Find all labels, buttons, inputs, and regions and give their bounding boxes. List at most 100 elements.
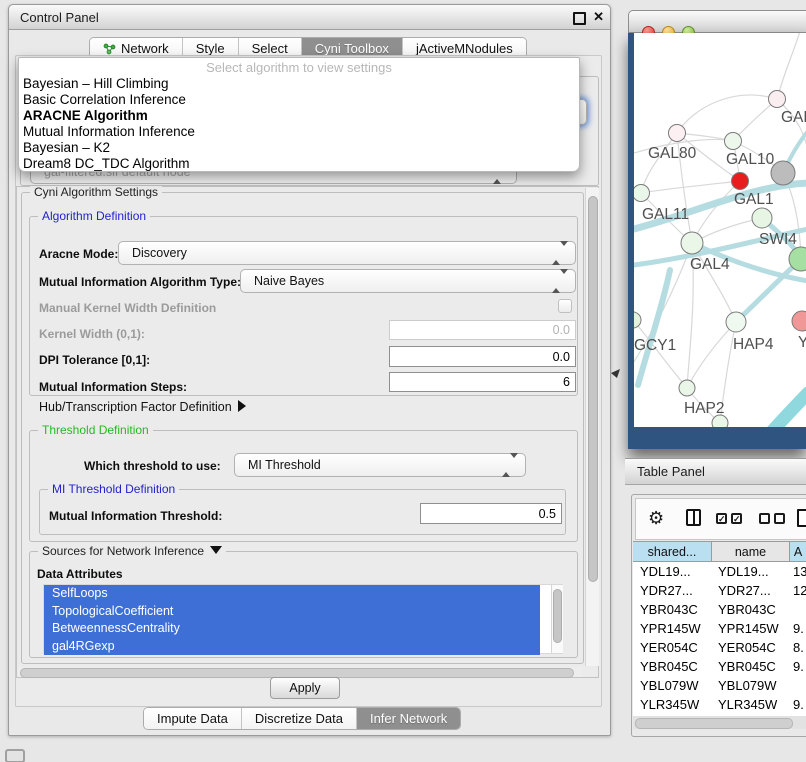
- network-node-GAL4[interactable]: [681, 232, 703, 254]
- kernel-width-field[interactable]: 0.0: [389, 320, 576, 340]
- table-row[interactable]: YBR045CYBR045C9.: [633, 657, 806, 676]
- table-row[interactable]: YLR345WYLR345W9.: [633, 695, 806, 714]
- mi-type-combo[interactable]: Naive Bayes: [240, 269, 576, 293]
- network-node-GAL80[interactable]: [669, 125, 686, 142]
- aracne-mode-combo[interactable]: Discovery: [118, 241, 576, 265]
- dpi-tolerance-field[interactable]: 0.0: [389, 346, 576, 367]
- node-label: GAL1: [734, 191, 774, 208]
- attribute-item[interactable]: BetweennessCentrality: [44, 620, 540, 638]
- combo-stepper-icon: [552, 274, 568, 288]
- table-cell: YDL19...: [718, 562, 790, 581]
- attributes-scrollbar[interactable]: [551, 585, 563, 653]
- settings-vertical-scrollbar[interactable]: [585, 188, 599, 666]
- network-node-GCY1[interactable]: [634, 312, 641, 328]
- mi-threshold-field[interactable]: 0.5: [420, 503, 562, 524]
- which-threshold-value: MI Threshold: [248, 458, 321, 472]
- document-icon[interactable]: [797, 509, 806, 527]
- unchecked-checkbox-icon[interactable]: [774, 513, 785, 524]
- collapsed-arrow-icon: [238, 400, 246, 412]
- node-label: Y: [798, 334, 806, 351]
- manual-kernel-checkbox[interactable]: [558, 299, 572, 313]
- network-icon: [103, 43, 116, 55]
- network-edge[interactable]: [641, 181, 740, 193]
- table-row[interactable]: YDR27...YDR27...12: [633, 581, 806, 600]
- checked-checkbox-icon[interactable]: ✓: [716, 513, 727, 524]
- network-edge[interactable]: [736, 259, 801, 322]
- network-edge[interactable]: [733, 99, 777, 141]
- column-header[interactable]: name: [712, 541, 790, 562]
- network-node-node-salmon[interactable]: [792, 311, 806, 331]
- scrollbar-thumb[interactable]: [588, 196, 598, 582]
- network-edge[interactable]: [638, 270, 670, 385]
- node-label: GAL10: [726, 151, 775, 168]
- tab-impute-data[interactable]: Impute Data: [144, 708, 242, 729]
- network-node-GAL11[interactable]: [634, 185, 650, 202]
- attribute-item[interactable]: SelfLoops: [44, 585, 540, 603]
- restore-icon[interactable]: [573, 12, 586, 25]
- network-edge[interactable]: [641, 133, 677, 193]
- unchecked-checkbox-icon[interactable]: [759, 513, 770, 524]
- table-row[interactable]: YDL19...YDL19...13: [633, 562, 806, 581]
- manual-kernel-label: Manual Kernel Width Definition: [39, 301, 216, 315]
- which-threshold-combo[interactable]: MI Threshold: [234, 453, 526, 477]
- network-node-HAP4[interactable]: [726, 312, 746, 332]
- algorithm-option[interactable]: Bayesian – Hill Climbing: [19, 76, 579, 92]
- split-columns-icon[interactable]: [686, 509, 701, 526]
- column-header[interactable]: shared...: [633, 541, 712, 562]
- network-node-node-gray[interactable]: [771, 161, 795, 185]
- gear-icon[interactable]: ⚙: [648, 509, 664, 527]
- algorithm-option[interactable]: ARACNE Algorithm: [19, 108, 579, 124]
- apply-button[interactable]: Apply: [270, 677, 340, 699]
- network-edge[interactable]: [777, 33, 800, 99]
- network-node-SWI4[interactable]: [752, 208, 772, 228]
- aracne-mode-label: Aracne Mode:: [39, 247, 118, 261]
- attribute-item[interactable]: TopologicalCoefficient: [44, 603, 540, 621]
- network-edge[interactable]: [746, 393, 806, 427]
- network-node-HAP2[interactable]: [679, 380, 695, 396]
- network-edge[interactable]: [677, 95, 777, 133]
- table-row[interactable]: YPR145WYPR145W9.: [633, 619, 806, 638]
- checked-checkbox-icon[interactable]: ✓: [731, 513, 742, 524]
- tab-infer-network[interactable]: Infer Network: [357, 708, 460, 729]
- scrollbar-thumb[interactable]: [553, 589, 562, 643]
- network-node-node-pink-top[interactable]: [769, 91, 786, 108]
- attribute-item[interactable]: gal4RGexp: [44, 638, 540, 656]
- tab-label: jActiveMNodules: [416, 41, 513, 56]
- scrollbar-thumb[interactable]: [635, 718, 793, 729]
- table-horizontal-scrollbar[interactable]: [633, 716, 806, 729]
- network-node-GAL10[interactable]: [725, 133, 742, 150]
- mi-steps-field[interactable]: 6: [389, 372, 576, 392]
- table-cell: YER054C: [718, 638, 790, 657]
- mi-steps-label: Mutual Information Steps:: [39, 380, 187, 394]
- sources-title-toggle[interactable]: Sources for Network Inference: [38, 544, 226, 558]
- close-icon[interactable]: ✕: [593, 9, 604, 25]
- node-label: GCY1: [634, 337, 676, 354]
- node-label: SWI4: [759, 231, 797, 248]
- expanded-arrow-icon: [210, 546, 222, 554]
- table-row[interactable]: YBR043CYBR043C: [633, 600, 806, 619]
- network-node-GAL1[interactable]: [732, 173, 749, 190]
- tab-discretize-data[interactable]: Discretize Data: [242, 708, 357, 729]
- hub-definition-label: Hub/Transcription Factor Definition: [39, 400, 232, 414]
- table-cell: YLR345W: [718, 695, 790, 714]
- mi-type-value: Naive Bayes: [254, 274, 324, 288]
- algorithm-option[interactable]: Mutual Information Inference: [19, 124, 579, 140]
- node-label: HAP4: [733, 336, 774, 353]
- table-panel-title: Table Panel: [637, 464, 705, 479]
- table-panel: ⚙ ✓ ✓ shared...nameA YDL19...YDL19...13Y…: [631, 494, 806, 737]
- table-row[interactable]: YER054CYER054C8.: [633, 638, 806, 657]
- which-threshold-label: Which threshold to use:: [84, 459, 221, 473]
- column-header[interactable]: A: [790, 541, 806, 562]
- table-cell: 9.: [793, 695, 806, 714]
- algorithm-option[interactable]: Bayesian – K2: [19, 140, 579, 156]
- network-edge[interactable]: [687, 322, 736, 388]
- settings-horizontal-scrollbar[interactable]: [18, 667, 582, 677]
- table-row[interactable]: YBL079WYBL079W: [633, 676, 806, 695]
- hub-definition-toggle[interactable]: Hub/Transcription Factor Definition: [39, 400, 246, 414]
- tab-label: Infer Network: [370, 711, 447, 726]
- algorithm-option[interactable]: Basic Correlation Inference: [19, 92, 579, 108]
- network-canvas[interactable]: GALGAL80GAL10GAL1GAL11GAL4SWI4GCY1HAP4YH…: [634, 33, 806, 427]
- minimized-panel-icon[interactable]: [5, 749, 25, 762]
- algorithm-option[interactable]: Dream8 DC_TDC Algorithm: [19, 156, 579, 172]
- table-toolbar: ⚙ ✓ ✓: [635, 498, 806, 540]
